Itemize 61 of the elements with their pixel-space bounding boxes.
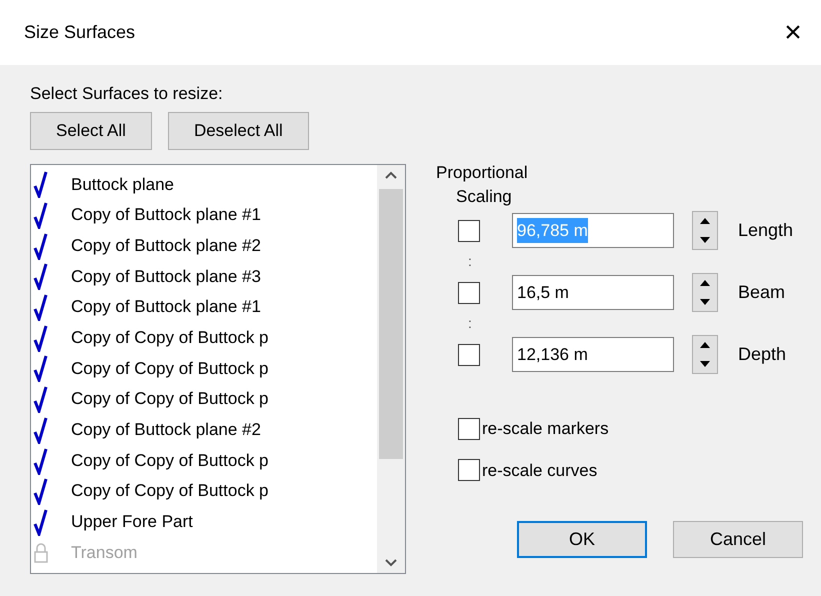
- surface-item[interactable]: Copy of Buttock plane #1: [71, 202, 261, 228]
- check-icon: [33, 446, 49, 475]
- surface-item[interactable]: Copy of Buttock plane #1: [71, 294, 261, 320]
- dimension-label: Beam: [738, 281, 786, 304]
- select-button[interactable]: Deselect All: [168, 112, 309, 150]
- dimension-field[interactable]: 12,136 m: [512, 337, 674, 372]
- up-arrow-icon[interactable]: [700, 218, 710, 224]
- up-arrow-icon[interactable]: [700, 280, 710, 286]
- spin-button[interactable]: [692, 211, 718, 250]
- dimension-field[interactable]: 16,5 m: [512, 275, 674, 310]
- spin-button[interactable]: [692, 273, 718, 312]
- down-arrow-icon[interactable]: [700, 360, 710, 367]
- check-icon: [33, 262, 49, 290]
- option-label[interactable]: re-scale curves: [482, 458, 598, 483]
- ratio-colon: :: [468, 252, 473, 271]
- surface-item[interactable]: Copy of Copy of Buttock p: [71, 386, 268, 412]
- checkbox[interactable]: [458, 418, 480, 440]
- down-arrow-icon[interactable]: [700, 298, 710, 305]
- check-icon: [33, 477, 49, 506]
- up-arrow-icon[interactable]: [700, 342, 710, 348]
- checkbox[interactable]: [458, 344, 480, 366]
- check-icon: [33, 416, 49, 444]
- surface-item[interactable]: Copy of Copy of Buttock p: [71, 448, 268, 474]
- ratio-colon: :: [468, 314, 473, 333]
- surface-item[interactable]: Copy of Buttock plane #2: [71, 417, 261, 443]
- check-icon: [33, 385, 49, 414]
- scroll-down-icon[interactable]: [385, 559, 397, 567]
- surface-item[interactable]: Copy of Buttock plane #2: [71, 232, 261, 258]
- dialog-button[interactable]: Cancel: [673, 521, 803, 558]
- spin-button[interactable]: [692, 335, 718, 374]
- check-icon: [33, 293, 49, 322]
- down-arrow-icon[interactable]: [700, 236, 710, 243]
- scroll-up-icon[interactable]: [385, 171, 397, 179]
- lock-icon: [33, 542, 49, 564]
- select-label: Select Surfaces to resize:: [30, 83, 224, 103]
- check-icon: [33, 232, 49, 260]
- surface-item[interactable]: Buttock plane: [71, 172, 174, 198]
- scaling-title: Proportional: [436, 162, 529, 184]
- check-icon: [33, 324, 49, 352]
- check-icon: [33, 508, 49, 536]
- select-button[interactable]: Select All: [30, 112, 152, 150]
- dimension-label: Length: [738, 219, 794, 242]
- checkbox[interactable]: [458, 220, 480, 242]
- check-icon: [33, 201, 49, 230]
- surface-item[interactable]: Upper Fore Part: [71, 509, 193, 535]
- check-icon: [33, 170, 49, 198]
- scroll-thumb[interactable]: [379, 189, 403, 459]
- scrollbar[interactable]: [377, 165, 405, 573]
- surface-item[interactable]: Copy of Buttock plane #3: [71, 264, 261, 290]
- surface-item[interactable]: Copy of Copy of Buttock p: [71, 356, 268, 382]
- checkbox[interactable]: [458, 282, 480, 304]
- close-button[interactable]: ×: [775, 14, 811, 50]
- surface-item[interactable]: Copy of Copy of Buttock p: [71, 325, 268, 351]
- checkbox[interactable]: [458, 459, 480, 482]
- check-icon: [33, 354, 49, 382]
- dimension-label: Depth: [738, 343, 786, 366]
- option-label[interactable]: re-scale markers: [482, 416, 609, 442]
- dialog-button[interactable]: OK: [517, 521, 647, 558]
- window-title: Size Surfaces: [24, 21, 136, 44]
- surface-item[interactable]: Copy of Copy of Buttock p: [71, 478, 268, 504]
- scaling-title: Scaling: [456, 186, 513, 208]
